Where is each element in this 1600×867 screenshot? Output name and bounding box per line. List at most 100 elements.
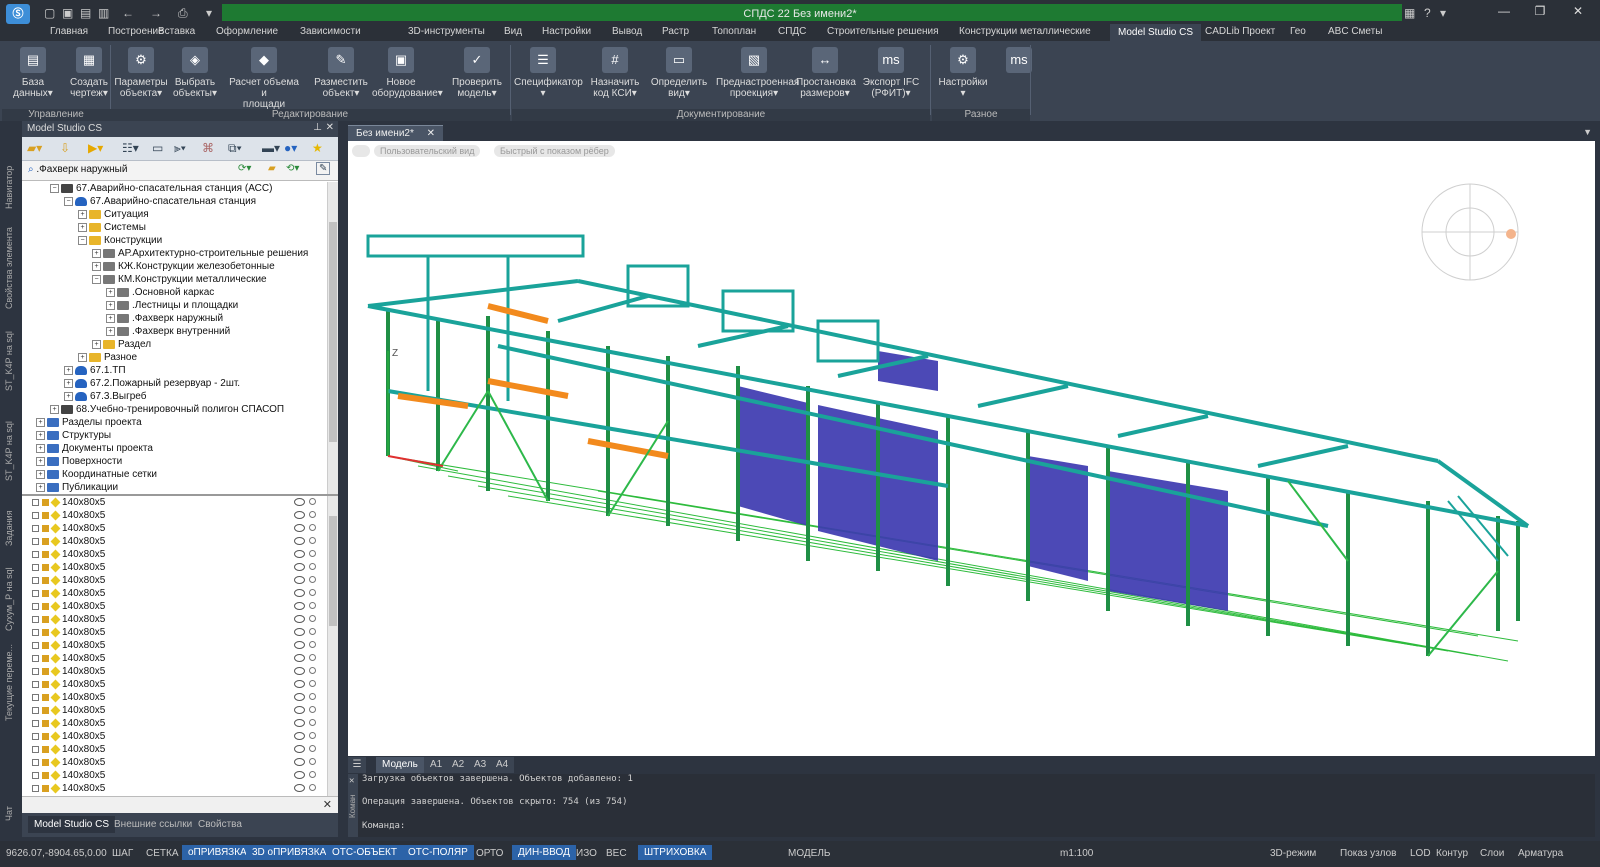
visibility-eye-icon[interactable] [294,589,305,597]
menu-tab-17[interactable]: ABC Сметы [1328,26,1382,37]
visibility-eye-icon[interactable] [294,654,305,662]
tree-item[interactable]: − КМ.Конструкции металлические [22,273,327,286]
expand-toggle-icon[interactable] [32,563,39,571]
lock-icon[interactable] [42,563,49,571]
pencil-icon[interactable]: ✎ [316,162,331,175]
visibility-eye-icon[interactable] [294,667,305,675]
tree-item[interactable]: + КЖ.Конструкции железобетонные [22,260,327,273]
status-right-3[interactable]: Контур [1436,848,1468,859]
ribbon-button-0[interactable]: ▤ База данных▾ [4,47,62,99]
ribbon-button-5[interactable]: ✎ Разместить объект▾ [312,47,370,99]
lock-icon[interactable] [42,550,49,558]
lock-icon[interactable] [42,602,49,610]
filter-icon[interactable]: ⫸▾ [174,141,186,156]
expand-toggle-icon[interactable]: − [78,235,87,245]
tree-item[interactable]: +67.3.Выгреб [22,390,327,403]
command-close-icon[interactable]: ✕ [349,776,354,786]
status-toggle-0[interactable]: ШАГ [112,848,133,859]
ribbon-button-12[interactable]: ↔ Простановка размеров▾ [796,47,856,99]
list-item[interactable]: 140x80x5 [22,639,327,652]
tree-item[interactable]: − 67.Аварийно-спасательная станция (АСС) [22,182,327,195]
tree-item[interactable]: + АР.Архитектурно-строительные решения [22,247,327,260]
visibility-eye-icon[interactable] [294,641,305,649]
ribbon-button-15[interactable]: ms [990,47,1048,77]
visibility-eye-icon[interactable] [294,758,305,766]
tree-item[interactable]: + Координатные сетки [22,468,327,481]
menu-tab-2[interactable]: Вставка [158,26,195,37]
side-tab-5[interactable]: Сухум_Р на sql [4,567,14,631]
visibility-eye-icon[interactable] [294,602,305,610]
tree-item[interactable]: + Документы проекта [22,442,327,455]
menu-tab-8[interactable]: Вывод [612,26,642,37]
expand-toggle-icon[interactable]: + [106,313,115,323]
expand-toggle-icon[interactable]: + [36,443,45,453]
search-field[interactable]: ⌕ .Фахверк наружный ⟳▾ ▰ ⟲▾ ✎ [22,161,338,181]
lock-icon[interactable] [42,745,49,753]
tree-item[interactable]: + Поверхности [22,455,327,468]
expand-toggle-icon[interactable] [32,784,39,792]
menu-tab-10[interactable]: Топоплан [712,26,756,37]
expand-toggle-icon[interactable]: + [78,209,87,219]
tree-item[interactable]: + Структуры [22,429,327,442]
expand-toggle-icon[interactable] [32,602,39,610]
list-close-icon[interactable]: ✕ [323,798,332,811]
status-toggle-8[interactable]: ИЗО [576,848,597,859]
expand-toggle-icon[interactable] [32,732,39,740]
zoom-to-icon[interactable] [309,641,316,648]
side-tab-3[interactable]: ST_K4P на sql [4,421,14,481]
visibility-eye-icon[interactable] [294,771,305,779]
side-tab-7[interactable]: Чат [4,806,14,821]
menu-tab-3[interactable]: Оформление [216,26,278,37]
layout-tab-0[interactable]: Модель [376,757,424,773]
expand-toggle-icon[interactable]: + [78,222,87,232]
status-toggle-9[interactable]: ВЕС [606,848,627,859]
document-close-icon[interactable]: ✕ [427,128,435,139]
lock-icon[interactable] [42,498,49,506]
visibility-eye-icon[interactable] [294,537,305,545]
ribbon-button-8[interactable]: ☰ Спецификатор ▾ [514,47,583,99]
list-item[interactable]: 140x80x5 [22,691,327,704]
expand-toggle-icon[interactable] [32,758,39,766]
zoom-to-icon[interactable] [309,563,316,570]
tree-scrollbar[interactable] [327,182,338,496]
expand-toggle-icon[interactable]: + [36,482,45,492]
tree-item[interactable]: + Разделы проекта [22,416,327,429]
menu-tab-7[interactable]: Настройки [542,26,591,37]
zoom-to-icon[interactable] [309,628,316,635]
model-viewport[interactable]: Пользовательский вид Быстрый с показом р… [348,141,1595,756]
tree-item[interactable]: + .Основной каркас [22,286,327,299]
status-toggle-7[interactable]: ДИН-ВВОД [512,845,576,860]
folder-icon[interactable]: ▰▾ [27,141,42,155]
status-toggle-1[interactable]: СЕТКА [146,848,179,859]
refresh-icon[interactable]: ⟳▾ [238,163,251,174]
status-right-4[interactable]: Слои [1480,848,1504,859]
list-item[interactable]: 140x80x5 [22,665,327,678]
list-item[interactable]: 140x80x5 [22,509,327,522]
lock-icon[interactable] [42,589,49,597]
tree-item[interactable]: + Публикации [22,481,327,494]
expand-toggle-icon[interactable] [32,576,39,584]
lock-icon[interactable] [42,693,49,701]
expand-toggle-icon[interactable]: + [92,339,101,349]
zoom-to-icon[interactable] [309,602,316,609]
menu-tab-0[interactable]: Главная [50,26,88,37]
visibility-eye-icon[interactable] [294,745,305,753]
ribbon-button-3[interactable]: ◈ Выбрать объекты▾ [166,47,224,99]
view-compass-icon[interactable] [1421,183,1519,281]
expand-toggle-icon[interactable]: + [92,248,101,258]
panel-tab-0[interactable]: Model Studio CS [28,816,116,833]
expand-toggle-icon[interactable] [32,524,39,532]
zoom-to-icon[interactable] [309,498,316,505]
lock-icon[interactable] [42,641,49,649]
lock-icon[interactable] [42,615,49,623]
zoom-to-icon[interactable] [309,680,316,687]
status-right-5[interactable]: Арматура [1518,848,1563,859]
ribbon-button-10[interactable]: ▭ Определить вид▾ [650,47,708,99]
visibility-eye-icon[interactable] [294,732,305,740]
menu-tab-16[interactable]: Гео [1290,26,1306,37]
play-icon[interactable]: ▶▾ [88,141,103,155]
expand-toggle-icon[interactable] [32,719,39,727]
layout-tab-3[interactable]: A3 [468,757,493,773]
import-icon[interactable]: ⇩ [60,141,70,155]
list-item[interactable]: 140x80x5 [22,587,327,600]
